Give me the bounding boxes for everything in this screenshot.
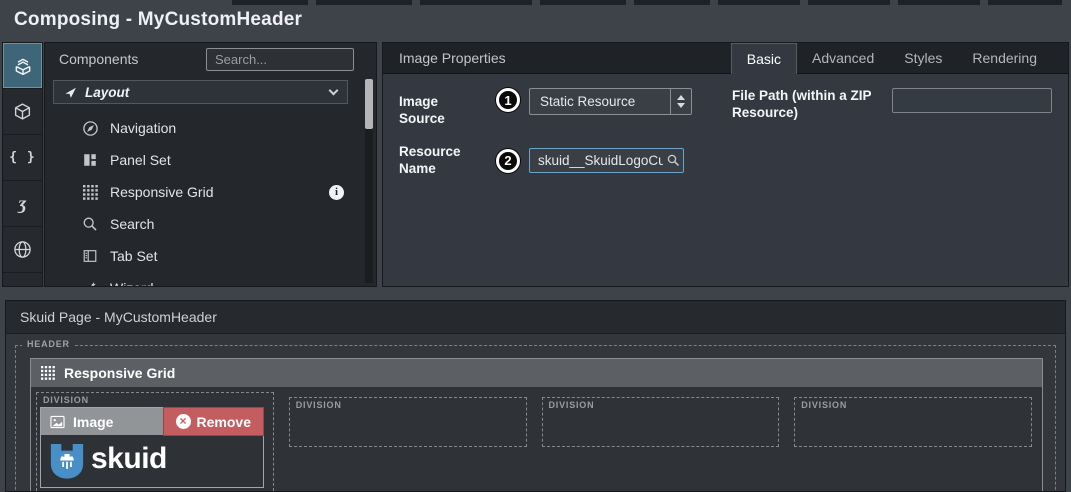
left-icon-rail: { } ʒ — [2, 42, 43, 287]
chevron-down-icon — [329, 85, 339, 95]
responsive-grid-component[interactable]: Responsive Grid DIVISION Image — [30, 358, 1043, 492]
file-path-input[interactable] — [892, 88, 1052, 113]
component-item-panel-set[interactable]: Panel Set — [45, 144, 376, 176]
info-icon[interactable]: i — [329, 185, 344, 200]
skuid-logo-icon — [48, 443, 86, 480]
skuid-logo-text: skuid — [91, 442, 167, 476]
rail-tab-css[interactable]: ʒ — [3, 181, 42, 227]
toolbar-button-sliver — [898, 0, 980, 5]
image-source-select[interactable]: Static Resource — [529, 88, 692, 115]
grid-icon — [41, 366, 55, 380]
scrollbar-thumb[interactable] — [365, 79, 373, 129]
circle-x-icon: × — [176, 414, 191, 429]
component-item-label: Wizard — [110, 280, 154, 287]
grid-icon — [81, 185, 99, 200]
layout-group-header[interactable]: Layout — [53, 80, 348, 104]
components-panel-title: Components — [59, 51, 138, 67]
toolbar-button-sliver — [988, 0, 1062, 5]
skuid-page-panel: Skuid Page - MyCustomHeader HEADER Respo… — [5, 300, 1066, 492]
rail-tab-models[interactable] — [3, 89, 42, 135]
header-region-label: HEADER — [22, 339, 75, 349]
compass-icon — [81, 120, 99, 137]
toolbar-top-strip — [0, 0, 1071, 5]
file-path-label: File Path (within a ZIP Resource) — [732, 88, 884, 122]
curly-braces-icon: { } — [9, 150, 35, 165]
globe-icon — [13, 240, 32, 259]
division-2[interactable]: DIVISION — [289, 397, 527, 447]
rail-tab-javascript[interactable]: { } — [3, 135, 42, 181]
component-item-navigation[interactable]: Navigation — [45, 112, 376, 144]
image-preview: skuid — [41, 435, 263, 487]
search-icon — [81, 216, 99, 232]
toolbar-button-sliver — [420, 0, 532, 5]
toolbar-button-sliver — [808, 0, 890, 5]
cube-icon — [13, 102, 32, 121]
division-4[interactable]: DIVISION — [794, 397, 1032, 447]
component-item-label: Navigation — [110, 120, 176, 136]
division-label: DIVISION — [43, 395, 89, 405]
lookup-search-icon[interactable] — [667, 154, 680, 167]
component-item-label: Panel Set — [110, 152, 171, 168]
division-label: DIVISION — [549, 400, 595, 410]
rail-tab-components[interactable] — [3, 43, 42, 89]
division-label: DIVISION — [296, 400, 342, 410]
toolbar-button-sliver — [316, 0, 412, 5]
toolbar-button-sliver — [634, 0, 710, 5]
header-region[interactable]: HEADER Responsive Grid DI — [15, 345, 1056, 492]
rail-tab-globe[interactable] — [3, 227, 42, 273]
rocket-icon — [64, 86, 77, 99]
wizard-icon — [81, 280, 99, 287]
components-search-input[interactable] — [206, 48, 354, 71]
division-label: DIVISION — [801, 400, 847, 410]
components-scrollbar[interactable] — [365, 79, 373, 283]
page-canvas: HEADER Responsive Grid DI — [6, 334, 1065, 491]
skuid-page-title: Skuid Page - MyCustomHeader — [6, 301, 1065, 334]
tab-basic[interactable]: Basic — [731, 43, 797, 74]
image-source-selected-value: Static Resource — [530, 94, 670, 109]
remove-button-label: Remove — [197, 414, 251, 430]
properties-tabs: Basic Advanced Styles Rendering — [731, 43, 1052, 74]
component-box-icon — [13, 56, 33, 76]
image-properties-panel: Image Properties Basic Advanced Styles R… — [382, 42, 1069, 287]
toolbar-button-sliver — [718, 0, 800, 5]
tab-rendering[interactable]: Rendering — [957, 43, 1052, 74]
panel-set-icon — [81, 152, 99, 168]
toolbar-button-sliver — [540, 0, 626, 5]
resource-name-label: Resource Name — [399, 144, 487, 178]
image-component[interactable]: Image × Remove — [40, 407, 264, 488]
components-list: Navigation Panel Set Responsive Grid i — [45, 104, 376, 287]
responsive-grid-label: Responsive Grid — [64, 365, 175, 381]
tab-styles[interactable]: Styles — [889, 43, 957, 74]
properties-panel-title: Image Properties — [399, 50, 506, 66]
picture-icon — [50, 415, 65, 429]
layout-group-label: Layout — [85, 85, 129, 100]
responsive-grid-body: DIVISION Image × — [31, 387, 1042, 492]
image-source-label: Image Source — [399, 88, 487, 128]
division-1[interactable]: DIVISION Image × — [36, 392, 274, 492]
component-item-label: Tab Set — [110, 248, 157, 264]
component-item-wizard[interactable]: Wizard — [45, 272, 376, 287]
tab-set-icon — [81, 248, 99, 264]
component-item-tab-set[interactable]: Tab Set — [45, 240, 376, 272]
select-stepper-icon[interactable] — [670, 89, 691, 114]
tab-advanced[interactable]: Advanced — [797, 43, 889, 74]
components-panel: Components Layout Navigation Panel Set — [44, 42, 377, 287]
resource-name-input[interactable] — [529, 148, 684, 173]
step-badge-1: 1 — [496, 88, 520, 112]
component-item-responsive-grid[interactable]: Responsive Grid i — [45, 176, 376, 208]
responsive-grid-header[interactable]: Responsive Grid — [31, 359, 1042, 387]
image-component-label: Image — [73, 414, 113, 430]
toolbar-button-sliver — [232, 0, 308, 5]
page-title: Composing - MyCustomHeader — [14, 9, 302, 31]
image-component-header[interactable]: Image — [41, 408, 163, 435]
remove-button[interactable]: × Remove — [163, 407, 264, 436]
css-icon: ʒ — [18, 193, 26, 214]
component-item-search[interactable]: Search — [45, 208, 376, 240]
component-item-label: Search — [110, 216, 154, 232]
step-badge-2: 2 — [496, 149, 520, 173]
component-item-label: Responsive Grid — [110, 184, 214, 200]
division-3[interactable]: DIVISION — [542, 397, 780, 447]
